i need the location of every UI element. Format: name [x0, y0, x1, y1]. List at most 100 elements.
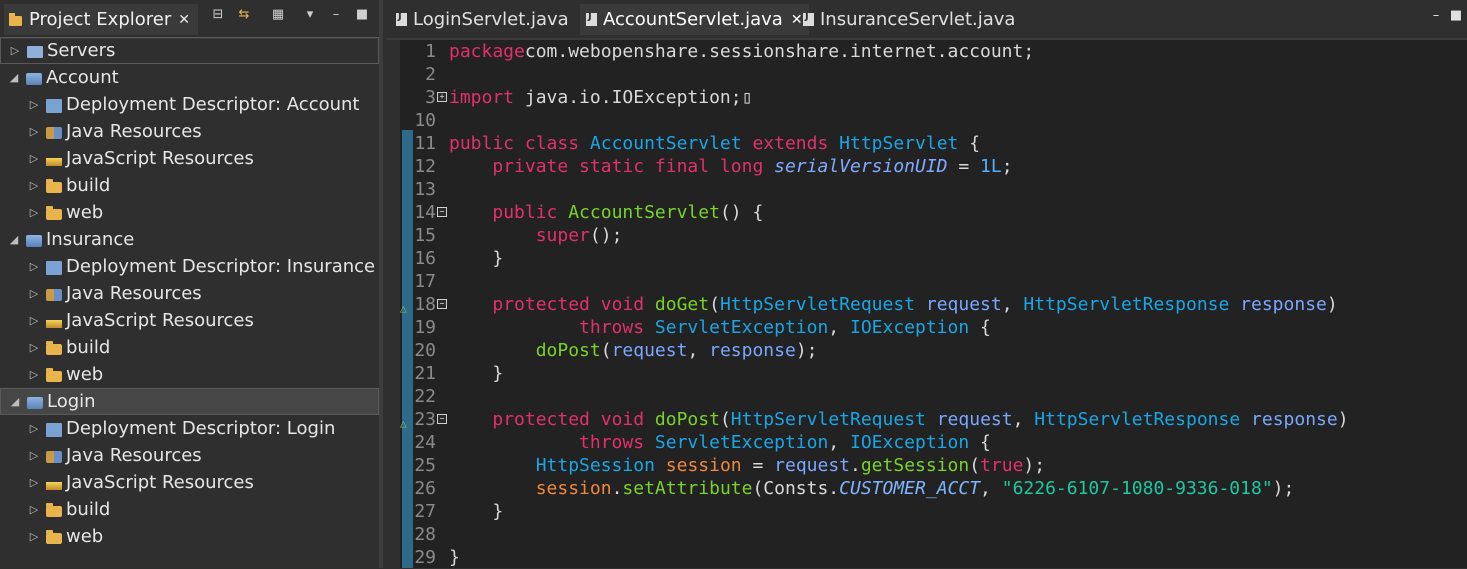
- expanded-arrow-icon[interactable]: ◢: [8, 71, 20, 84]
- tab-label: InsuranceServlet.java: [820, 9, 1016, 30]
- tree-item[interactable]: ▷ web: [0, 361, 379, 388]
- code-text: }: [449, 546, 460, 569]
- code-line[interactable]: 11 public class AccountServlet extends Ht…: [400, 132, 1467, 155]
- collapsed-arrow-icon[interactable]: ▷: [28, 422, 40, 435]
- collapsed-arrow-icon[interactable]: ▷: [28, 368, 40, 381]
- code-token: response: [709, 340, 796, 361]
- collapse-all-icon[interactable]: ⊟: [209, 6, 227, 24]
- tree-item[interactable]: ▷ build: [0, 334, 379, 361]
- tree-item[interactable]: ▷ Servers: [0, 37, 379, 64]
- tree-item[interactable]: ▷ JavaScript Resources: [0, 469, 379, 496]
- tree-item[interactable]: ▷ build: [0, 172, 379, 199]
- close-icon[interactable]: ✕: [178, 12, 190, 28]
- code-line[interactable]: 21 }: [400, 362, 1467, 385]
- view-menu-icon[interactable]: ▾: [301, 6, 319, 24]
- tree-item[interactable]: ▷ Deployment Descriptor: Insurance: [0, 253, 379, 280]
- code-token: super: [535, 225, 590, 246]
- expanded-arrow-icon[interactable]: ◢: [8, 233, 20, 246]
- maximize-icon[interactable]: ■: [353, 6, 371, 24]
- code-token: java.io.IOException;: [514, 87, 742, 108]
- minimize-icon[interactable]: –: [327, 6, 345, 24]
- code-line[interactable]: 22: [400, 385, 1467, 408]
- tree-item[interactable]: ▷ Java Resources: [0, 118, 379, 145]
- code-line[interactable]: 17: [400, 270, 1467, 293]
- tree-item[interactable]: ▷ web: [0, 523, 379, 550]
- code-line[interactable]: 19 throws ServletException, IOException …: [400, 316, 1467, 339]
- code-line[interactable]: 18 △ − protected void doGet(HttpServletReq…: [400, 293, 1467, 316]
- tree-item[interactable]: ▷ build: [0, 496, 379, 523]
- filter-icon[interactable]: ▦: [269, 6, 287, 24]
- code-line[interactable]: 20 doPost(request, response);: [400, 339, 1467, 362]
- code-text: packagecom.webopenshare.sessionshare.int…: [449, 40, 1034, 63]
- code-line[interactable]: 2: [400, 63, 1467, 86]
- tab-accountservlet[interactable]: AccountServlet.java ✕: [580, 4, 809, 35]
- code-line[interactable]: 24 throws ServletException, IOException …: [400, 431, 1467, 454]
- code-line[interactable]: 25 HttpSession session = request.getSess…: [400, 454, 1467, 477]
- tree-item[interactable]: ▷ JavaScript Resources: [0, 307, 379, 334]
- tab-insuranceservlet[interactable]: InsuranceServlet.java: [797, 4, 1021, 35]
- expand-fold-icon[interactable]: +: [437, 92, 447, 102]
- collapsed-arrow-icon[interactable]: ▷: [28, 449, 40, 462]
- tree-item[interactable]: ▷ Java Resources: [0, 280, 379, 307]
- minimize-icon[interactable]: –: [1429, 8, 1443, 23]
- collapsed-arrow-icon[interactable]: ▷: [28, 152, 40, 165]
- code-line[interactable]: 12 private static final long serialVersi…: [400, 155, 1467, 178]
- code-line[interactable]: 14− public AccountServlet() {: [400, 201, 1467, 224]
- code-line[interactable]: 27 }: [400, 500, 1467, 523]
- code-line[interactable]: 16 }: [400, 247, 1467, 270]
- code-token: IOException: [849, 317, 970, 338]
- code-text: session.setAttribute(Consts.CUSTOMER_ACC…: [449, 477, 1295, 500]
- tree-item[interactable]: ◢ Insurance: [0, 226, 379, 253]
- tree-item[interactable]: ▷ JavaScript Resources: [0, 145, 379, 172]
- collapsed-arrow-icon[interactable]: ▷: [28, 530, 40, 543]
- code-token: HttpServletResponse: [1023, 294, 1230, 315]
- tree-item[interactable]: ▷ Deployment Descriptor: Login: [0, 415, 379, 442]
- link-with-editor-icon[interactable]: ⇆: [235, 6, 253, 24]
- maximize-icon[interactable]: ■: [1449, 8, 1463, 23]
- line-number: 14: [414, 202, 436, 223]
- code-line[interactable]: 28: [400, 523, 1467, 546]
- collapsed-arrow-icon[interactable]: ▷: [28, 179, 40, 192]
- line-number: 25: [414, 455, 436, 476]
- tab-loginservlet[interactable]: LoginServlet.java: [390, 4, 575, 35]
- collapse-fold-icon[interactable]: −: [437, 299, 447, 309]
- code-text: public AccountServlet() {: [449, 201, 763, 224]
- code-token: ;: [1001, 156, 1013, 177]
- code-line[interactable]: 3 + import java.io.IOException;▯: [400, 86, 1467, 109]
- project-explorer-icon: [8, 12, 24, 28]
- tree-item[interactable]: ◢ Account: [0, 64, 379, 91]
- expanded-arrow-icon[interactable]: ◢: [9, 395, 21, 408]
- code-line[interactable]: 10: [400, 109, 1467, 132]
- tree-item[interactable]: ▷ web: [0, 199, 379, 226]
- collapsed-arrow-icon[interactable]: ▷: [9, 44, 21, 57]
- line-number: 11: [414, 133, 436, 154]
- collapsed-arrow-icon[interactable]: ▷: [28, 503, 40, 516]
- code-area[interactable]: 1 packagecom.webopenshare.sessionshare.in…: [390, 40, 1467, 569]
- tree-item[interactable]: ▷ Java Resources: [0, 442, 379, 469]
- collapsed-arrow-icon[interactable]: ▷: [28, 341, 40, 354]
- collapsed-arrow-icon[interactable]: ▷: [28, 260, 40, 273]
- code-line[interactable]: 29}: [400, 546, 1467, 569]
- collapse-fold-icon[interactable]: −: [437, 414, 447, 424]
- tree-item-label: JavaScript Resources: [66, 472, 254, 493]
- collapsed-arrow-icon[interactable]: ▷: [28, 125, 40, 138]
- tree-item-label: build: [66, 175, 111, 196]
- code-line[interactable]: 15 super();: [400, 224, 1467, 247]
- collapse-fold-icon[interactable]: −: [437, 207, 447, 217]
- folder-icon: [46, 179, 62, 193]
- code-line[interactable]: 26 session.setAttribute(Consts.CUSTOMER_…: [400, 477, 1467, 500]
- code-token: doPost: [535, 340, 601, 361]
- code-line[interactable]: 23 △ − protected void doPost(HttpServletRe…: [400, 408, 1467, 431]
- collapsed-arrow-icon[interactable]: ▷: [28, 476, 40, 489]
- collapsed-arrow-icon[interactable]: ▷: [28, 98, 40, 111]
- tree-item[interactable]: ◢ Login: [0, 388, 379, 415]
- code-line[interactable]: 13: [400, 178, 1467, 201]
- collapsed-arrow-icon[interactable]: ▷: [28, 314, 40, 327]
- tab-project-explorer[interactable]: Project Explorer ✕: [4, 4, 198, 35]
- collapsed-arrow-icon[interactable]: ▷: [28, 206, 40, 219]
- collapsed-arrow-icon[interactable]: ▷: [28, 287, 40, 300]
- code-line[interactable]: 1 packagecom.webopenshare.sessionshare.in…: [400, 40, 1467, 63]
- tree-item[interactable]: ▷ Deployment Descriptor: Account: [0, 91, 379, 118]
